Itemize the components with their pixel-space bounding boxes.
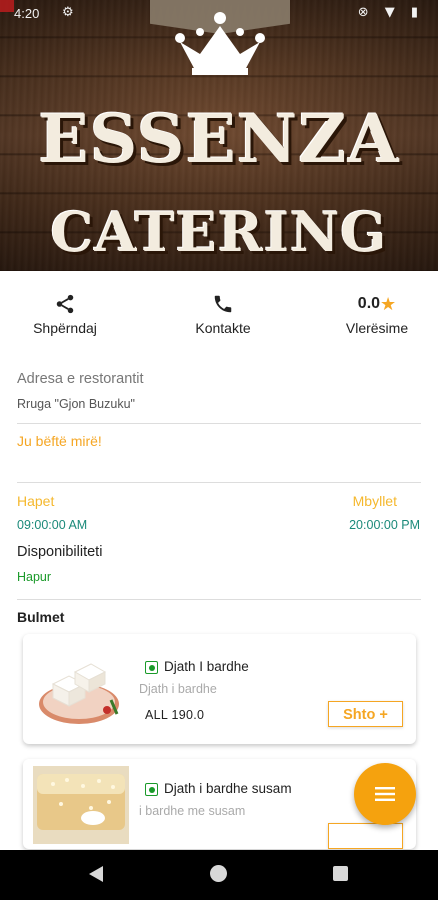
contact-button[interactable]: Kontakte [163,290,283,336]
status-icons: ⊗ ▼ ▮ [357,5,424,20]
list-menu-icon [375,787,395,801]
contact-label: Kontakte [195,320,251,336]
status-bar: 4:20 ⚙ ⊗ ▼ ▮ [0,0,438,28]
add-to-cart-button[interactable]: Shto + [328,701,403,727]
home-icon[interactable] [210,865,227,882]
greeting-text: Ju bëftë mirë! [17,433,102,449]
share-label: Shpërndaj [33,320,97,336]
back-icon[interactable] [89,866,103,882]
opening-label: Hapet [17,493,55,509]
availability-value: Hapur [17,570,52,584]
food-image [33,766,129,844]
divider [17,482,421,483]
menu-item-card[interactable]: Djath I bardhe Djath i bardhe ALL 190.0 … [23,634,416,744]
divider [17,423,421,424]
divider [17,599,421,600]
menu-section-title: Bulmet [17,609,65,625]
phone-icon [214,295,232,313]
share-icon [56,294,74,314]
star-icon: ★ [380,293,397,315]
availability-label: Disponibiliteti [17,544,103,560]
closing-label: Mbyllet [352,493,397,509]
item-description: Djath i bardhe [139,682,217,696]
item-name: Djath I bardhe [164,659,249,674]
address-value: Rruga "Gjon Buzuku" [17,397,135,411]
header-banner: ESSENZA CATERING [0,0,438,271]
settings-gear-icon: ⚙ [62,5,74,20]
food-image [39,663,119,724]
closing-time: 20:00:00 PM [349,518,420,532]
system-navigation-bar [0,850,438,900]
action-row: Shpërndaj Kontakte 0.0 ★ Vlerësime [0,290,438,346]
logo-subtitle: CATERING [50,200,388,264]
share-button[interactable]: Shpërndaj [5,290,125,336]
item-price: ALL 190.0 [145,708,205,722]
logo-title: ESSENZA [38,100,400,178]
add-to-cart-button[interactable] [328,823,403,849]
veg-indicator-icon [145,661,158,674]
rating-label: Vlerësime [345,320,409,336]
item-name: Djath i bardhe susam [164,781,292,796]
status-time: 4:20 [14,6,40,21]
rating-button[interactable]: 0.0 ★ Vlerësime [317,290,437,337]
address-label: Adresa e restorantit [17,371,144,387]
recent-apps-icon[interactable] [333,866,348,881]
menu-fab-button[interactable] [354,763,416,825]
item-description: i bardhe me susam [139,804,246,818]
veg-indicator-icon [145,783,158,796]
rating-value: 0.0 [357,295,381,312]
opening-time: 09:00:00 AM [17,518,88,532]
